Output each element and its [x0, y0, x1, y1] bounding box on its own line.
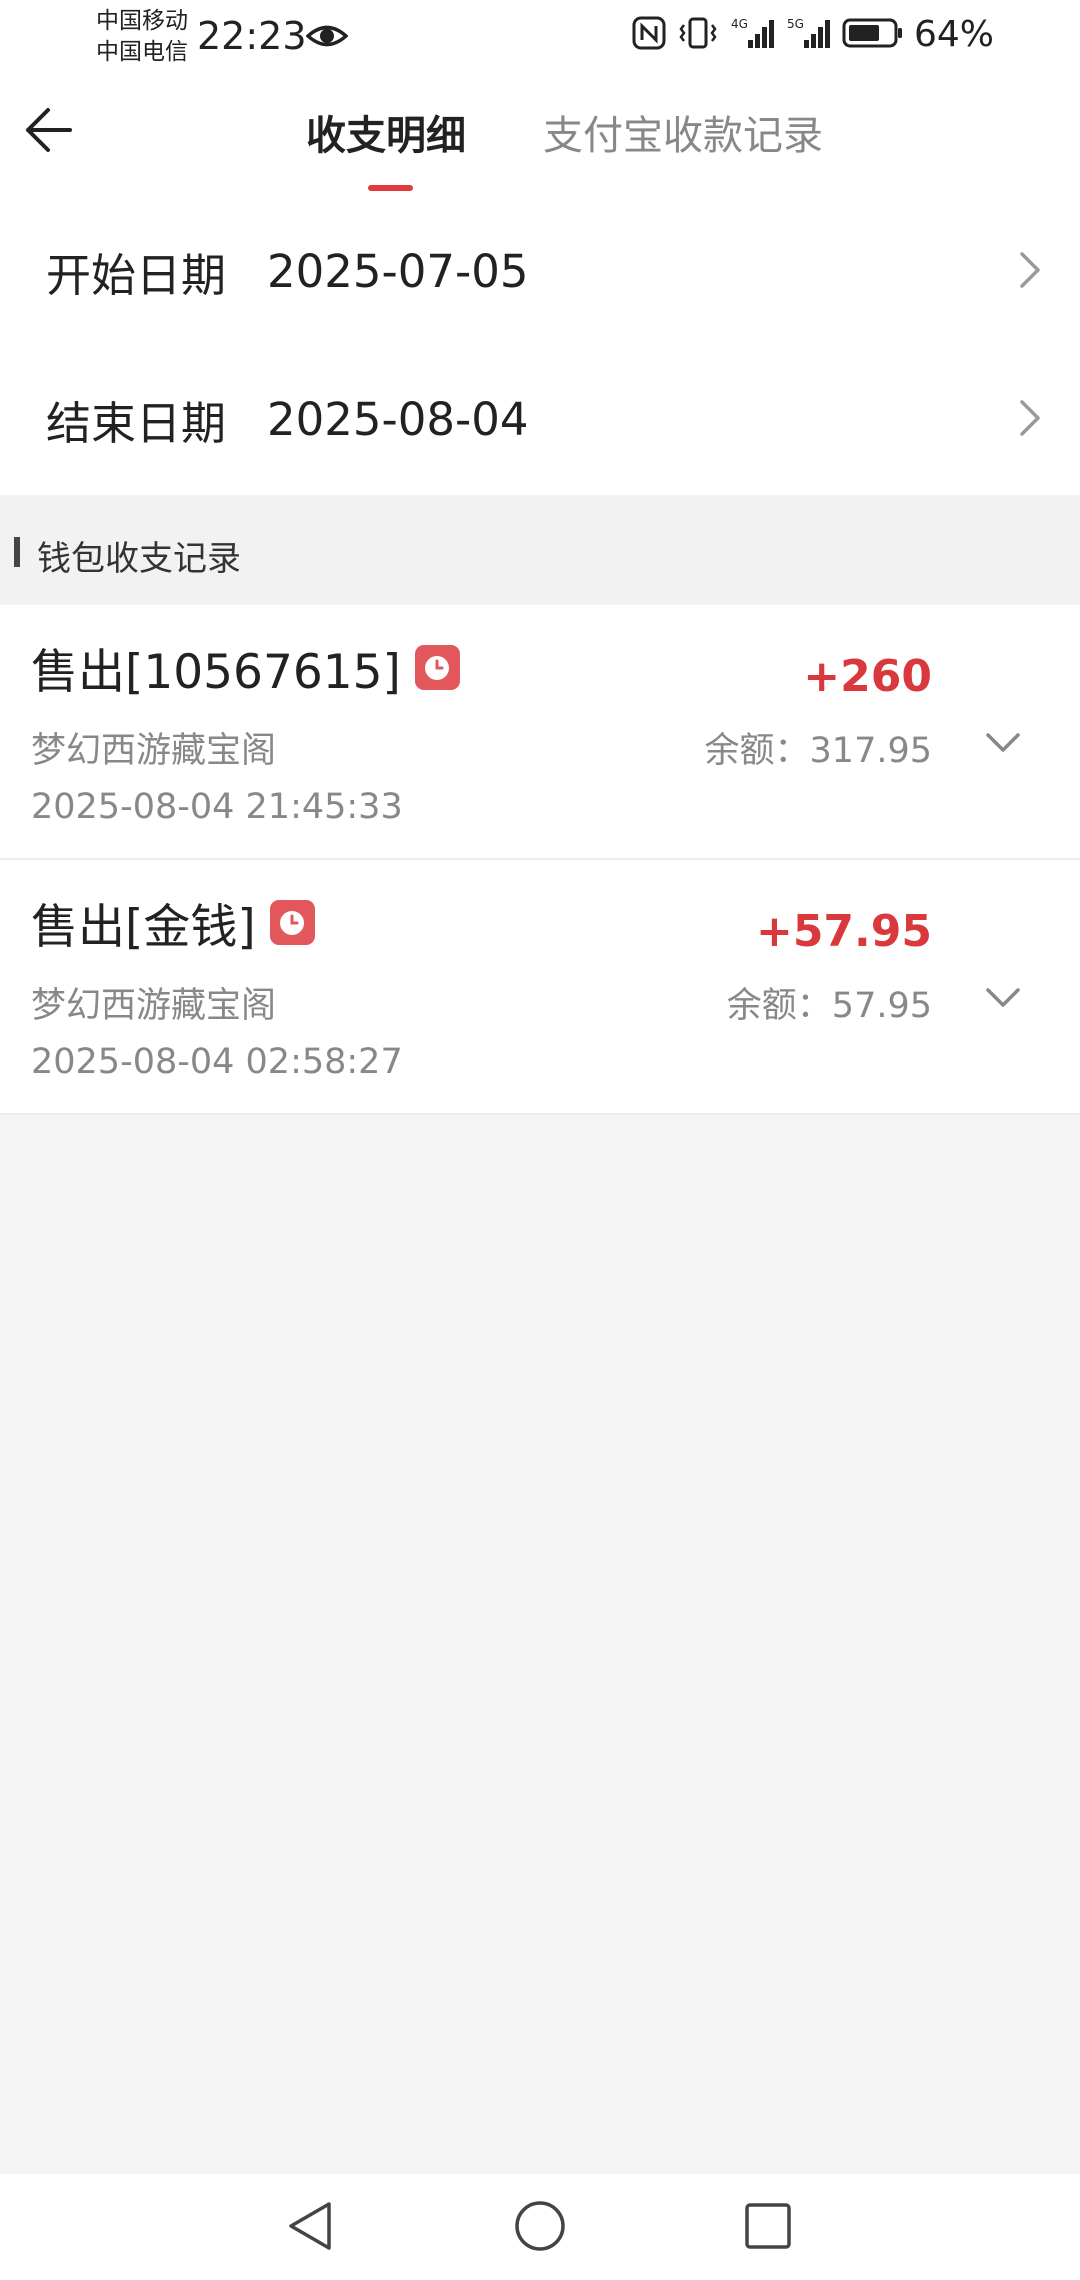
- record-title: 售出[10567615]: [31, 645, 401, 700]
- record-amount: +260: [803, 651, 932, 702]
- record-amount: +57.95: [755, 906, 932, 957]
- clock-icon: [269, 900, 315, 945]
- end-date-value: 2025-08-04: [267, 393, 529, 446]
- record-balance: 余额：317.95: [704, 731, 932, 771]
- circle-home-icon: [513, 2199, 567, 2257]
- record-source: 梦幻西游藏宝阁: [31, 986, 277, 1026]
- section-title: 钱包收支记录: [37, 539, 241, 579]
- chevron-down-icon: [985, 732, 1021, 758]
- tab-income-expense[interactable]: 收支明细: [306, 103, 466, 161]
- square-recent-icon: [743, 2201, 793, 2255]
- signal-4g-icon: 4G: [730, 16, 776, 54]
- svg-text:4G: 4G: [731, 17, 748, 31]
- record-title-wrap: 售出[10567615]: [31, 633, 460, 702]
- section-header: 钱包收支记录: [0, 495, 1080, 605]
- eye-icon: [305, 18, 349, 58]
- tab-alipay-records[interactable]: 支付宝收款记录: [543, 103, 823, 161]
- nav-recent-button[interactable]: [736, 2196, 800, 2260]
- nav-home-button[interactable]: [508, 2196, 572, 2260]
- start-date-value: 2025-07-05: [267, 245, 529, 298]
- nfc-icon: [632, 16, 666, 54]
- start-date-row[interactable]: 开始日期 2025-07-05: [0, 197, 1080, 348]
- chevron-right-icon: [1018, 250, 1042, 294]
- record-balance: 余额：57.95: [726, 986, 932, 1026]
- record-time: 2025-08-04 02:58:27: [31, 1042, 403, 1082]
- record-source: 梦幻西游藏宝阁: [31, 731, 277, 771]
- clock-icon: [414, 645, 460, 690]
- signal-5g-icon: 5G: [786, 16, 832, 54]
- status-icons: 4G 5G 64%: [632, 14, 994, 55]
- list-item[interactable]: 售出[10567615] 梦幻西游藏宝阁 2025-08-04 21:45:33…: [0, 605, 1080, 860]
- svg-text:5G: 5G: [787, 17, 804, 31]
- end-date-row[interactable]: 结束日期 2025-08-04: [0, 344, 1080, 495]
- back-button[interactable]: [18, 102, 78, 162]
- record-title: 售出[金钱]: [31, 900, 256, 955]
- carrier-2: 中国电信: [96, 39, 188, 65]
- expand-button[interactable]: [978, 975, 1028, 1025]
- chevron-right-icon: [1018, 398, 1042, 442]
- triangle-back-icon: [285, 2199, 335, 2257]
- record-time: 2025-08-04 21:45:33: [31, 787, 403, 827]
- status-bar: 中国移动 中国电信 22:23 4G 5G 64%: [0, 0, 1080, 75]
- section-accent-bar: [14, 537, 20, 567]
- vibrate-icon: [676, 16, 720, 54]
- app-root: 中国移动 中国电信 22:23 4G 5G 64% 收支明细 支付宝收款记录 开…: [0, 0, 1080, 2280]
- tab-indicator: [368, 185, 413, 191]
- carrier-1: 中国移动: [96, 8, 188, 34]
- arrow-left-icon: [22, 106, 74, 158]
- expand-button[interactable]: [978, 720, 1028, 770]
- system-nav-bar: [0, 2174, 1080, 2280]
- list-item[interactable]: 售出[金钱] 梦幻西游藏宝阁 2025-08-04 02:58:27 +57.9…: [0, 860, 1080, 1115]
- start-date-label: 开始日期: [46, 249, 227, 302]
- nav-back-button[interactable]: [278, 2196, 342, 2260]
- top-header: 收支明细 支付宝收款记录: [0, 75, 1080, 197]
- chevron-down-icon: [985, 987, 1021, 1013]
- end-date-label: 结束日期: [46, 397, 227, 450]
- battery-icon: [842, 17, 904, 53]
- record-title-wrap: 售出[金钱]: [31, 888, 315, 957]
- battery-percent: 64%: [913, 14, 994, 55]
- carrier-info: 中国移动 中国电信: [96, 6, 188, 68]
- status-time: 22:23: [197, 14, 307, 58]
